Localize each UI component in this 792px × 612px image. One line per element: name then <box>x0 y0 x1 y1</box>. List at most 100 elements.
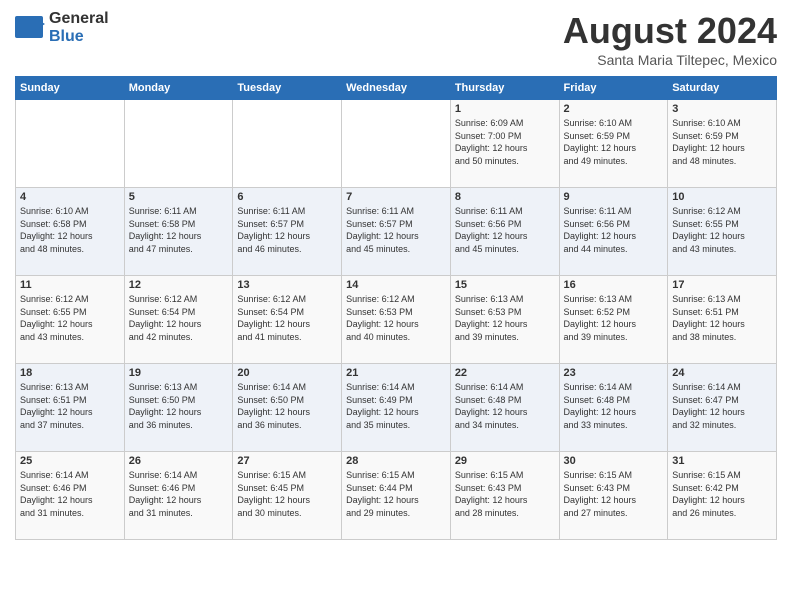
day-info: Sunrise: 6:11 AM Sunset: 6:56 PM Dayligh… <box>564 205 664 255</box>
day-info: Sunrise: 6:13 AM Sunset: 6:51 PM Dayligh… <box>672 293 772 343</box>
calendar-cell: 12Sunrise: 6:12 AM Sunset: 6:54 PM Dayli… <box>124 276 233 364</box>
calendar-cell: 1 Sunrise: 6:09 AM Sunset: 7:00 PM Daylig… <box>450 100 559 188</box>
calendar-cell: 25Sunrise: 6:14 AM Sunset: 6:46 PM Dayli… <box>16 452 125 540</box>
page-container: General Blue August 2024 Santa Maria Til… <box>0 0 792 612</box>
calendar-cell: 28 Sunrise: 6:15 AM Sunset: 6:44 PM Dayli… <box>342 452 451 540</box>
day-number: 26 <box>129 455 229 467</box>
calendar-cell <box>16 100 125 188</box>
calendar-cell: 13 Sunrise: 6:12 AM Sunset: 6:54 PM Dayli… <box>233 276 342 364</box>
day-info: Sunrise: 6:13 AM Sunset: 6:53 PM Dayligh… <box>455 293 555 343</box>
calendar-cell: 27Sunrise: 6:15 AM Sunset: 6:45 PM Dayli… <box>233 452 342 540</box>
day-number: 8 <box>455 191 555 203</box>
calendar-cell: 26 Sunrise: 6:14 AM Sunset: 6:46 PM Dayli… <box>124 452 233 540</box>
header-friday: Friday <box>559 77 668 100</box>
day-info: Sunrise: 6:10 AM Sunset: 6:58 PM Dayligh… <box>20 205 120 255</box>
day-number: 3 <box>672 103 772 115</box>
day-number: 1 <box>455 103 555 115</box>
day-info: Sunrise: 6:11 AM Sunset: 6:57 PM Dayligh… <box>346 205 446 255</box>
day-number: 30 <box>564 455 664 467</box>
week-row-3: 11 Sunrise: 6:12 AM Sunset: 6:55 PM Dayli… <box>16 276 777 364</box>
day-number: 16 <box>564 279 664 291</box>
calendar-cell: 8 Sunrise: 6:11 AM Sunset: 6:56 PM Daylig… <box>450 188 559 276</box>
day-number: 20 <box>237 367 337 379</box>
day-number: 6 <box>237 191 337 203</box>
day-number: 4 <box>20 191 120 203</box>
day-info: Sunrise: 6:12 AM Sunset: 6:54 PM Dayligh… <box>129 293 229 343</box>
calendar-cell: 15 Sunrise: 6:13 AM Sunset: 6:53 PM Dayli… <box>450 276 559 364</box>
location: Santa Maria Tiltepec, Mexico <box>563 52 777 68</box>
day-info: Sunrise: 6:12 AM Sunset: 6:53 PM Dayligh… <box>346 293 446 343</box>
day-number: 5 <box>129 191 229 203</box>
day-info: Sunrise: 6:13 AM Sunset: 6:50 PM Dayligh… <box>129 381 229 431</box>
calendar-body: 1 Sunrise: 6:09 AM Sunset: 7:00 PM Daylig… <box>16 100 777 540</box>
calendar-cell: 23 Sunrise: 6:14 AM Sunset: 6:48 PM Dayli… <box>559 364 668 452</box>
day-info: Sunrise: 6:14 AM Sunset: 6:46 PM Dayligh… <box>20 469 120 519</box>
day-info: Sunrise: 6:09 AM Sunset: 7:00 PM Dayligh… <box>455 117 555 167</box>
day-info: Sunrise: 6:14 AM Sunset: 6:48 PM Dayligh… <box>455 381 555 431</box>
day-number: 7 <box>346 191 446 203</box>
calendar-cell: 17Sunrise: 6:13 AM Sunset: 6:51 PM Dayli… <box>668 276 777 364</box>
header-thursday: Thursday <box>450 77 559 100</box>
day-info: Sunrise: 6:15 AM Sunset: 6:42 PM Dayligh… <box>672 469 772 519</box>
day-number: 29 <box>455 455 555 467</box>
day-number: 28 <box>346 455 446 467</box>
calendar-cell: 22Sunrise: 6:14 AM Sunset: 6:48 PM Dayli… <box>450 364 559 452</box>
calendar-cell: 19 Sunrise: 6:13 AM Sunset: 6:50 PM Dayli… <box>124 364 233 452</box>
day-number: 21 <box>346 367 446 379</box>
day-info: Sunrise: 6:11 AM Sunset: 6:57 PM Dayligh… <box>237 205 337 255</box>
day-info: Sunrise: 6:11 AM Sunset: 6:56 PM Dayligh… <box>455 205 555 255</box>
day-info: Sunrise: 6:14 AM Sunset: 6:48 PM Dayligh… <box>564 381 664 431</box>
day-number: 31 <box>672 455 772 467</box>
header-row: Sunday Monday Tuesday Wednesday Thursday… <box>16 77 777 100</box>
title-block: August 2024 Santa Maria Tiltepec, Mexico <box>563 10 777 68</box>
day-info: Sunrise: 6:14 AM Sunset: 6:49 PM Dayligh… <box>346 381 446 431</box>
day-info: Sunrise: 6:14 AM Sunset: 6:50 PM Dayligh… <box>237 381 337 431</box>
calendar-cell: 24Sunrise: 6:14 AM Sunset: 6:47 PM Dayli… <box>668 364 777 452</box>
header-wednesday: Wednesday <box>342 77 451 100</box>
calendar-cell <box>233 100 342 188</box>
calendar-cell: 7 Sunrise: 6:11 AM Sunset: 6:57 PM Daylig… <box>342 188 451 276</box>
day-info: Sunrise: 6:15 AM Sunset: 6:43 PM Dayligh… <box>455 469 555 519</box>
day-info: Sunrise: 6:12 AM Sunset: 6:54 PM Dayligh… <box>237 293 337 343</box>
header-monday: Monday <box>124 77 233 100</box>
calendar-cell: 5 Sunrise: 6:11 AM Sunset: 6:58 PM Daylig… <box>124 188 233 276</box>
calendar-cell: 2 Sunrise: 6:10 AM Sunset: 6:59 PM Daylig… <box>559 100 668 188</box>
day-number: 13 <box>237 279 337 291</box>
calendar-cell: 10 Sunrise: 6:12 AM Sunset: 6:55 PM Dayli… <box>668 188 777 276</box>
day-info: Sunrise: 6:12 AM Sunset: 6:55 PM Dayligh… <box>672 205 772 255</box>
calendar-cell: 30 Sunrise: 6:15 AM Sunset: 6:43 PM Dayli… <box>559 452 668 540</box>
day-info: Sunrise: 6:14 AM Sunset: 6:47 PM Dayligh… <box>672 381 772 431</box>
day-info: Sunrise: 6:15 AM Sunset: 6:44 PM Dayligh… <box>346 469 446 519</box>
day-info: Sunrise: 6:13 AM Sunset: 6:52 PM Dayligh… <box>564 293 664 343</box>
day-number: 11 <box>20 279 120 291</box>
day-number: 23 <box>564 367 664 379</box>
calendar-cell: 6 Sunrise: 6:11 AM Sunset: 6:57 PM Daylig… <box>233 188 342 276</box>
day-number: 10 <box>672 191 772 203</box>
calendar-cell <box>342 100 451 188</box>
calendar-cell: 18 Sunrise: 6:13 AM Sunset: 6:51 PM Dayli… <box>16 364 125 452</box>
day-info: Sunrise: 6:10 AM Sunset: 6:59 PM Dayligh… <box>564 117 664 167</box>
day-number: 14 <box>346 279 446 291</box>
day-number: 2 <box>564 103 664 115</box>
calendar-cell: 11 Sunrise: 6:12 AM Sunset: 6:55 PM Dayli… <box>16 276 125 364</box>
calendar-cell <box>124 100 233 188</box>
week-row-5: 25Sunrise: 6:14 AM Sunset: 6:46 PM Dayli… <box>16 452 777 540</box>
day-info: Sunrise: 6:15 AM Sunset: 6:45 PM Dayligh… <box>237 469 337 519</box>
day-number: 18 <box>20 367 120 379</box>
day-info: Sunrise: 6:13 AM Sunset: 6:51 PM Dayligh… <box>20 381 120 431</box>
calendar-cell: 31 Sunrise: 6:15 AM Sunset: 6:42 PM Dayli… <box>668 452 777 540</box>
calendar-cell: 16 Sunrise: 6:13 AM Sunset: 6:52 PM Dayli… <box>559 276 668 364</box>
day-number: 15 <box>455 279 555 291</box>
day-number: 19 <box>129 367 229 379</box>
day-info: Sunrise: 6:12 AM Sunset: 6:55 PM Dayligh… <box>20 293 120 343</box>
calendar-table: Sunday Monday Tuesday Wednesday Thursday… <box>15 76 777 540</box>
logo: General Blue <box>15 10 109 46</box>
day-info: Sunrise: 6:11 AM Sunset: 6:58 PM Dayligh… <box>129 205 229 255</box>
calendar-cell: 3Sunrise: 6:10 AM Sunset: 6:59 PM Daylig… <box>668 100 777 188</box>
day-number: 9 <box>564 191 664 203</box>
week-row-1: 1 Sunrise: 6:09 AM Sunset: 7:00 PM Daylig… <box>16 100 777 188</box>
calendar-cell: 21 Sunrise: 6:14 AM Sunset: 6:49 PM Dayli… <box>342 364 451 452</box>
day-info: Sunrise: 6:15 AM Sunset: 6:43 PM Dayligh… <box>564 469 664 519</box>
day-info: Sunrise: 6:14 AM Sunset: 6:46 PM Dayligh… <box>129 469 229 519</box>
header-saturday: Saturday <box>668 77 777 100</box>
